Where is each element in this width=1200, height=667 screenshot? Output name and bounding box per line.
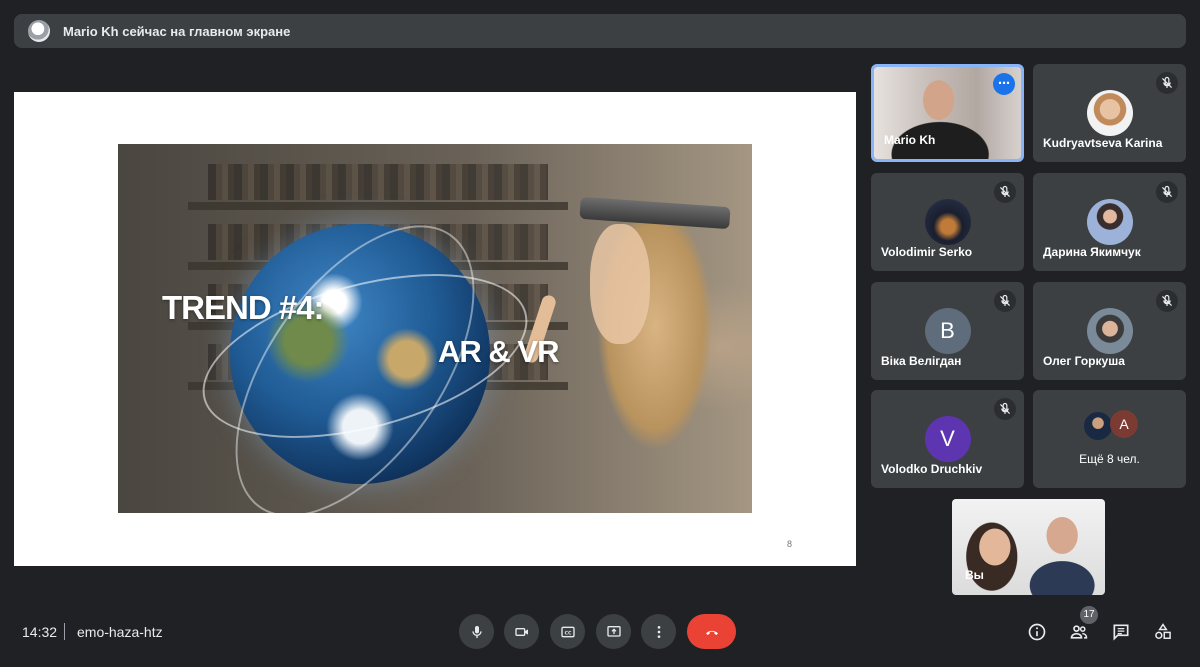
slide-title-line1: TREND #4: xyxy=(162,289,325,326)
more-options-button[interactable] xyxy=(641,614,676,649)
participant-name: Kudryavtseva Karina xyxy=(1043,136,1163,150)
meeting-code: emo-haza-htz xyxy=(77,624,163,640)
participant-avatar xyxy=(1086,199,1133,245)
shared-screen: TREND #4: AR & VR 8 xyxy=(14,92,856,566)
mic-off-icon xyxy=(1156,181,1178,203)
participant-avatar: B xyxy=(924,308,971,354)
end-call-icon xyxy=(705,630,718,635)
presenter-avatar xyxy=(28,20,50,42)
participant-name: Volodko Druchkiv xyxy=(881,462,983,476)
people-count-badge: 17 xyxy=(1080,606,1098,624)
divider xyxy=(64,623,65,640)
activities-button[interactable] xyxy=(1151,620,1175,644)
participant-name: Mario Kh xyxy=(884,133,936,147)
presenting-text: Mario Kh сейчас на главном экране xyxy=(63,23,291,39)
people-icon xyxy=(1070,625,1088,639)
captions-icon: CC xyxy=(560,626,575,637)
meeting-time: 14:32 xyxy=(22,624,58,640)
more-participants-avatar: A xyxy=(1110,410,1138,438)
self-view[interactable]: Вы xyxy=(952,499,1105,595)
present-button[interactable] xyxy=(596,614,631,649)
more-vert-icon xyxy=(657,625,660,638)
activities-icon xyxy=(1155,623,1171,639)
participant-tile-oleh[interactable]: Олег Горкуша xyxy=(1033,282,1186,380)
mic-off-icon xyxy=(994,290,1016,312)
participant-tile-vika[interactable]: B Віка Велігдан xyxy=(871,282,1024,380)
slide-title-line2: AR & VR xyxy=(438,334,559,369)
chat-button[interactable] xyxy=(1109,620,1133,644)
slide-page-number: 8 xyxy=(787,539,793,549)
self-view-label: Вы xyxy=(965,568,984,582)
participant-name: Volodimir Serko xyxy=(881,245,973,259)
camera-button[interactable] xyxy=(504,614,539,649)
end-call-button[interactable] xyxy=(687,614,736,649)
participant-tile-daryna[interactable]: Дарина Якимчук xyxy=(1033,173,1186,271)
captions-button[interactable]: CC xyxy=(550,614,585,649)
slide-image: TREND #4: AR & VR xyxy=(118,144,752,513)
meeting-details-button[interactable] xyxy=(1025,620,1049,644)
more-participants-tile[interactable] xyxy=(1033,390,1186,488)
present-icon xyxy=(606,625,621,637)
mic-off-icon xyxy=(1156,72,1178,94)
chat-icon xyxy=(1113,624,1129,641)
camera-icon xyxy=(514,627,528,636)
participant-name: Дарина Якимчук xyxy=(1043,245,1141,259)
mic-icon xyxy=(471,625,482,638)
participant-name: Олег Горкуша xyxy=(1043,354,1125,368)
participant-tile-mario[interactable]: ⋯ Mario Kh xyxy=(871,64,1024,162)
more-participants-label: Ещё 8 чел. xyxy=(1079,452,1140,466)
info-icon xyxy=(1028,623,1046,641)
more-options-icon[interactable]: ⋯ xyxy=(993,73,1015,95)
mic-off-icon xyxy=(994,398,1016,420)
participant-avatar xyxy=(924,199,971,245)
participant-tile-karina[interactable]: Kudryavtseva Karina xyxy=(1033,64,1186,162)
svg-text:CC: CC xyxy=(564,630,571,636)
participant-name: Віка Велігдан xyxy=(881,354,962,368)
participant-avatar xyxy=(1086,308,1133,354)
mic-off-icon xyxy=(994,181,1016,203)
participant-avatar xyxy=(1086,90,1133,136)
mic-off-icon xyxy=(1156,290,1178,312)
participant-tile-serko[interactable]: Volodimir Serko xyxy=(871,173,1024,271)
presenting-banner: Mario Kh сейчас на главном экране xyxy=(14,14,1186,48)
microphone-button[interactable] xyxy=(459,614,494,649)
participant-tile-volodko[interactable]: V Volodko Druchkiv xyxy=(871,390,1024,488)
participant-avatar: V xyxy=(924,416,971,462)
